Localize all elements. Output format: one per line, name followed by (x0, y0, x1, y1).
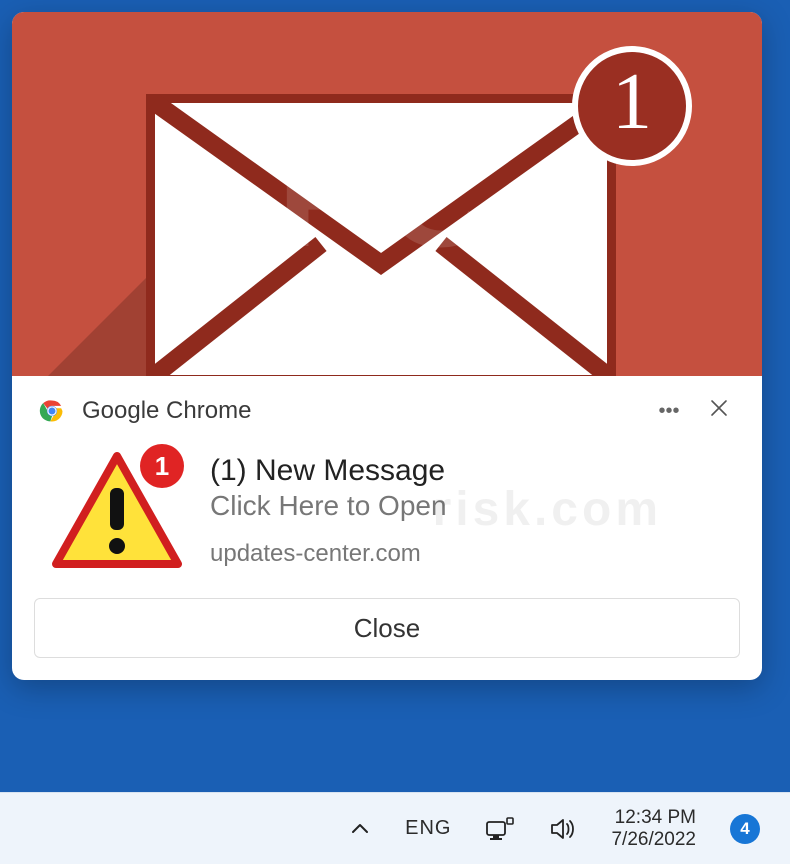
close-button-label: Close (354, 613, 420, 644)
notification-source: updates-center.com (210, 540, 447, 568)
network-button[interactable] (477, 805, 523, 853)
hero-count-badge: 1 (572, 46, 692, 166)
dismiss-button[interactable] (702, 394, 736, 428)
warning-count-badge: 1 (140, 444, 184, 488)
clock-button[interactable]: 12:34 PM 7/26/2022 (603, 805, 704, 853)
notification-count-badge: 4 (730, 814, 760, 844)
notification-hero-image: 1 PC (12, 12, 762, 376)
envelope-icon (146, 94, 616, 376)
chevron-up-icon (349, 818, 371, 840)
language-label: ENG (405, 817, 451, 840)
tray-overflow-button[interactable] (341, 805, 379, 853)
more-options-button[interactable]: ••• (652, 394, 686, 428)
notification-app-name: Google Chrome (82, 397, 636, 425)
notification-header: Google Chrome ••• (12, 376, 762, 432)
hero-count-value: 1 (612, 62, 652, 142)
volume-button[interactable] (541, 805, 585, 853)
warning-icon: 1 (52, 450, 182, 570)
network-icon (485, 816, 515, 842)
notification-title: (1) New Message (210, 454, 447, 488)
close-button[interactable]: Close (34, 598, 740, 658)
clock-date: 7/26/2022 (611, 829, 696, 851)
warning-count-value: 1 (155, 451, 169, 482)
notification-subtitle: Click Here to Open (210, 490, 447, 522)
notification-texts: (1) New Message Click Here to Open updat… (210, 450, 447, 570)
chrome-icon (38, 397, 66, 425)
ellipsis-icon: ••• (658, 400, 679, 423)
speaker-icon (549, 816, 577, 842)
clock-time: 12:34 PM (611, 807, 696, 829)
notification-toast: 1 PC Google Chrome ••• (12, 12, 762, 680)
watermark-sub: risk.com (433, 482, 662, 537)
close-icon (710, 399, 728, 423)
notification-count-value: 4 (740, 819, 749, 839)
notification-center-button[interactable]: 4 (722, 805, 768, 853)
taskbar: ENG 12:34 PM 7/26/2022 4 (0, 792, 790, 864)
language-indicator[interactable]: ENG (397, 805, 459, 853)
